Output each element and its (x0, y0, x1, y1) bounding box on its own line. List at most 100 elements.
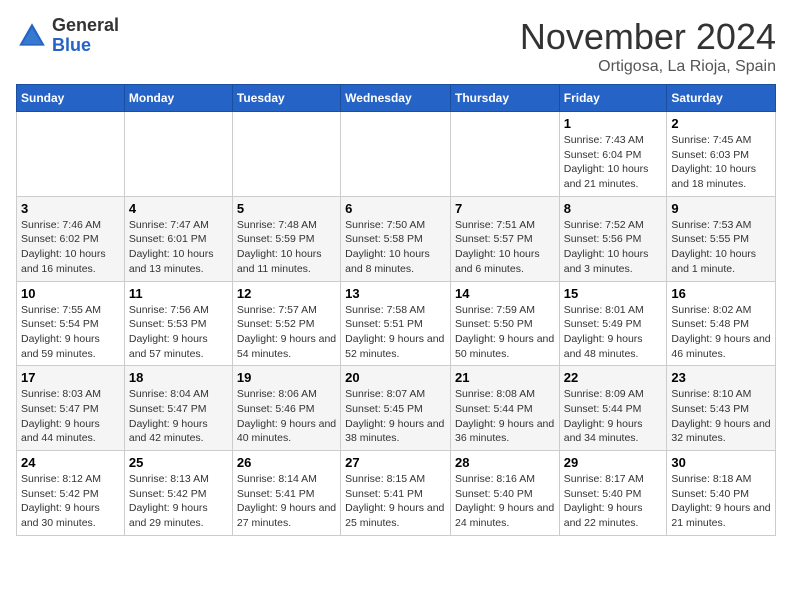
day-info: Sunrise: 7:45 AM Sunset: 6:03 PM Dayligh… (671, 133, 771, 192)
calendar-cell: 12Sunrise: 7:57 AM Sunset: 5:52 PM Dayli… (232, 281, 340, 366)
day-info: Sunrise: 8:03 AM Sunset: 5:47 PM Dayligh… (21, 387, 120, 446)
day-info: Sunrise: 8:04 AM Sunset: 5:47 PM Dayligh… (129, 387, 228, 446)
day-number: 25 (129, 455, 228, 470)
calendar-cell (341, 112, 451, 197)
day-info: Sunrise: 8:01 AM Sunset: 5:49 PM Dayligh… (564, 303, 663, 362)
day-number: 10 (21, 286, 120, 301)
title-block: November 2024 Ortigosa, La Rioja, Spain (520, 16, 776, 76)
day-info: Sunrise: 8:13 AM Sunset: 5:42 PM Dayligh… (129, 472, 228, 531)
calendar-week-row: 24 Sunrise: 8:12 AM Sunset: 5:42 PM Dayli… (17, 451, 776, 536)
day-number: 12 (237, 286, 336, 301)
calendar-cell: 18 Sunrise: 8:04 AM Sunset: 5:47 PM Dayli… (124, 366, 232, 451)
weekday-header: Saturday (667, 85, 776, 112)
day-number: 20 (345, 370, 446, 385)
day-number: 19 (237, 370, 336, 385)
location: Ortigosa, La Rioja, Spain (520, 58, 776, 76)
day-number: 16 (671, 286, 771, 301)
weekday-row: SundayMondayTuesdayWednesdayThursdayFrid… (17, 85, 776, 112)
day-info: Sunrise: 7:58 AM Sunset: 5:51 PM Dayligh… (345, 303, 446, 362)
day-info: Sunrise: 7:50 AM Sunset: 5:58 PM Dayligh… (345, 218, 446, 277)
calendar-cell: 5 Sunrise: 7:48 AM Sunset: 5:59 PM Daylig… (232, 196, 340, 281)
calendar-cell: 13 Sunrise: 7:58 AM Sunset: 5:51 PM Dayli… (341, 281, 451, 366)
page-header: General Blue November 2024 Ortigosa, La … (16, 16, 776, 76)
weekday-header: Monday (124, 85, 232, 112)
month-title: November 2024 (520, 16, 776, 58)
day-number: 11 (129, 286, 228, 301)
calendar-cell: 25 Sunrise: 8:13 AM Sunset: 5:42 PM Dayli… (124, 451, 232, 536)
day-info: Sunrise: 8:16 AM Sunset: 5:40 PM Dayligh… (455, 472, 555, 531)
weekday-header: Wednesday (341, 85, 451, 112)
day-info: Sunrise: 7:55 AM Sunset: 5:54 PM Dayligh… (21, 303, 120, 362)
calendar-cell: 29 Sunrise: 8:17 AM Sunset: 5:40 PM Dayli… (559, 451, 667, 536)
calendar-header: SundayMondayTuesdayWednesdayThursdayFrid… (17, 85, 776, 112)
calendar-cell: 30Sunrise: 8:18 AM Sunset: 5:40 PM Dayli… (667, 451, 776, 536)
calendar-week-row: 3 Sunrise: 7:46 AM Sunset: 6:02 PM Daylig… (17, 196, 776, 281)
day-number: 14 (455, 286, 555, 301)
calendar-cell: 20 Sunrise: 8:07 AM Sunset: 5:45 PM Dayli… (341, 366, 451, 451)
day-number: 24 (21, 455, 120, 470)
day-number: 3 (21, 201, 120, 216)
day-info: Sunrise: 8:17 AM Sunset: 5:40 PM Dayligh… (564, 472, 663, 531)
day-number: 13 (345, 286, 446, 301)
day-info: Sunrise: 8:18 AM Sunset: 5:40 PM Dayligh… (671, 472, 771, 531)
day-info: Sunrise: 8:15 AM Sunset: 5:41 PM Dayligh… (345, 472, 446, 531)
day-number: 7 (455, 201, 555, 216)
day-info: Sunrise: 8:07 AM Sunset: 5:45 PM Dayligh… (345, 387, 446, 446)
calendar-cell: 17 Sunrise: 8:03 AM Sunset: 5:47 PM Dayli… (17, 366, 125, 451)
calendar-body: 1Sunrise: 7:43 AM Sunset: 6:04 PM Daylig… (17, 112, 776, 536)
calendar-cell: 6 Sunrise: 7:50 AM Sunset: 5:58 PM Daylig… (341, 196, 451, 281)
day-number: 4 (129, 201, 228, 216)
day-info: Sunrise: 8:06 AM Sunset: 5:46 PM Dayligh… (237, 387, 336, 446)
calendar-cell: 3 Sunrise: 7:46 AM Sunset: 6:02 PM Daylig… (17, 196, 125, 281)
calendar-cell: 4Sunrise: 7:47 AM Sunset: 6:01 PM Daylig… (124, 196, 232, 281)
calendar-cell: 27Sunrise: 8:15 AM Sunset: 5:41 PM Dayli… (341, 451, 451, 536)
calendar-cell: 2 Sunrise: 7:45 AM Sunset: 6:03 PM Daylig… (667, 112, 776, 197)
calendar-cell: 26 Sunrise: 8:14 AM Sunset: 5:41 PM Dayli… (232, 451, 340, 536)
weekday-header: Friday (559, 85, 667, 112)
calendar-cell (450, 112, 559, 197)
day-info: Sunrise: 7:46 AM Sunset: 6:02 PM Dayligh… (21, 218, 120, 277)
day-number: 23 (671, 370, 771, 385)
day-info: Sunrise: 7:43 AM Sunset: 6:04 PM Dayligh… (564, 133, 663, 192)
calendar-week-row: 17 Sunrise: 8:03 AM Sunset: 5:47 PM Dayli… (17, 366, 776, 451)
logo-icon (16, 20, 48, 52)
day-number: 29 (564, 455, 663, 470)
calendar-cell: 21Sunrise: 8:08 AM Sunset: 5:44 PM Dayli… (450, 366, 559, 451)
day-number: 26 (237, 455, 336, 470)
day-info: Sunrise: 8:09 AM Sunset: 5:44 PM Dayligh… (564, 387, 663, 446)
logo: General Blue (16, 16, 119, 56)
day-number: 6 (345, 201, 446, 216)
weekday-header: Thursday (450, 85, 559, 112)
day-info: Sunrise: 8:14 AM Sunset: 5:41 PM Dayligh… (237, 472, 336, 531)
calendar-cell: 9 Sunrise: 7:53 AM Sunset: 5:55 PM Daylig… (667, 196, 776, 281)
day-info: Sunrise: 8:08 AM Sunset: 5:44 PM Dayligh… (455, 387, 555, 446)
day-info: Sunrise: 8:10 AM Sunset: 5:43 PM Dayligh… (671, 387, 771, 446)
day-number: 15 (564, 286, 663, 301)
calendar-cell: 10 Sunrise: 7:55 AM Sunset: 5:54 PM Dayli… (17, 281, 125, 366)
day-info: Sunrise: 7:53 AM Sunset: 5:55 PM Dayligh… (671, 218, 771, 277)
day-info: Sunrise: 7:51 AM Sunset: 5:57 PM Dayligh… (455, 218, 555, 277)
calendar-cell: 16Sunrise: 8:02 AM Sunset: 5:48 PM Dayli… (667, 281, 776, 366)
calendar-cell: 1Sunrise: 7:43 AM Sunset: 6:04 PM Daylig… (559, 112, 667, 197)
calendar-week-row: 10 Sunrise: 7:55 AM Sunset: 5:54 PM Dayli… (17, 281, 776, 366)
day-info: Sunrise: 8:12 AM Sunset: 5:42 PM Dayligh… (21, 472, 120, 531)
day-number: 28 (455, 455, 555, 470)
weekday-header: Sunday (17, 85, 125, 112)
calendar-table: SundayMondayTuesdayWednesdayThursdayFrid… (16, 84, 776, 536)
weekday-header: Tuesday (232, 85, 340, 112)
day-number: 9 (671, 201, 771, 216)
day-number: 2 (671, 116, 771, 131)
calendar-cell: 23 Sunrise: 8:10 AM Sunset: 5:43 PM Dayli… (667, 366, 776, 451)
day-number: 5 (237, 201, 336, 216)
calendar-cell (17, 112, 125, 197)
day-info: Sunrise: 7:52 AM Sunset: 5:56 PM Dayligh… (564, 218, 663, 277)
calendar-cell: 22Sunrise: 8:09 AM Sunset: 5:44 PM Dayli… (559, 366, 667, 451)
day-info: Sunrise: 7:59 AM Sunset: 5:50 PM Dayligh… (455, 303, 555, 362)
day-number: 18 (129, 370, 228, 385)
calendar-cell: 14 Sunrise: 7:59 AM Sunset: 5:50 PM Dayli… (450, 281, 559, 366)
day-info: Sunrise: 7:48 AM Sunset: 5:59 PM Dayligh… (237, 218, 336, 277)
day-number: 17 (21, 370, 120, 385)
calendar-cell: 24 Sunrise: 8:12 AM Sunset: 5:42 PM Dayli… (17, 451, 125, 536)
logo-text: General Blue (52, 16, 119, 56)
day-info: Sunrise: 7:56 AM Sunset: 5:53 PM Dayligh… (129, 303, 228, 362)
